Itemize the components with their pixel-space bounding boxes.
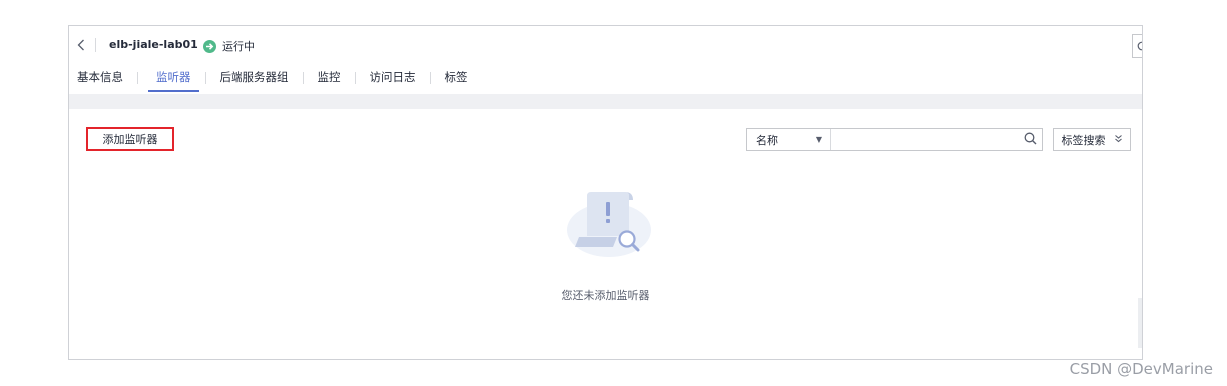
empty-state-message: 您还未添加监听器 <box>561 289 650 302</box>
content-divider-band <box>69 94 1142 109</box>
add-listener-button[interactable]: 添加监听器 <box>86 127 174 151</box>
search-field-select[interactable]: 名称 ▼ <box>747 129 831 150</box>
status-text: 运行中 <box>222 40 255 53</box>
header-divider <box>95 38 96 52</box>
top-search-button[interactable] <box>1132 34 1142 58</box>
tab-backend-server-groups[interactable]: 后端服务器组 <box>220 70 289 92</box>
watermark: CSDN @DevMarine <box>1069 360 1213 378</box>
caret-down-icon: ▼ <box>815 135 822 144</box>
search-icon <box>1024 130 1037 149</box>
elb-detail-panel: elb-jiale-lab01 运行中 基本信息 监听器 后端服务器组 监控 访… <box>68 25 1143 360</box>
search-field-select-value: 名称 <box>756 133 778 147</box>
page-title: elb-jiale-lab01 <box>109 38 198 51</box>
tab-divider <box>302 72 304 84</box>
tab-divider <box>137 72 138 84</box>
tag-search-label: 标签搜索 <box>1061 133 1106 147</box>
search-submit-button[interactable] <box>1018 130 1042 149</box>
empty-document-search-icon <box>565 186 655 260</box>
tab-bar: 基本信息 监听器 后端服务器组 监控 访问日志 标签 <box>69 70 468 94</box>
tab-monitoring[interactable]: 监控 <box>318 70 341 92</box>
status-indicator: 运行中 <box>203 38 255 54</box>
tab-listeners[interactable]: 监听器 <box>148 70 198 92</box>
tab-divider <box>204 72 206 84</box>
tab-divider <box>429 72 431 84</box>
scrollbar[interactable] <box>1138 298 1142 348</box>
back-button[interactable] <box>73 36 89 54</box>
tab-divider <box>354 72 356 84</box>
page-header: elb-jiale-lab01 运行中 基本信息 监听器 后端服务器组 监控 访… <box>69 26 1142 94</box>
chevron-left-icon <box>77 36 85 55</box>
tag-search-button[interactable]: 标签搜索 <box>1053 128 1131 151</box>
status-running-icon <box>203 39 216 53</box>
double-chevron-down-icon <box>1114 133 1123 146</box>
search-icon <box>1136 37 1142 56</box>
search-input[interactable] <box>831 129 1018 150</box>
search-bar: 名称 ▼ <box>746 128 1043 151</box>
tab-tags[interactable]: 标签 <box>445 70 468 92</box>
tab-basic-info[interactable]: 基本信息 <box>77 70 123 92</box>
tab-access-logs[interactable]: 访问日志 <box>370 70 416 92</box>
